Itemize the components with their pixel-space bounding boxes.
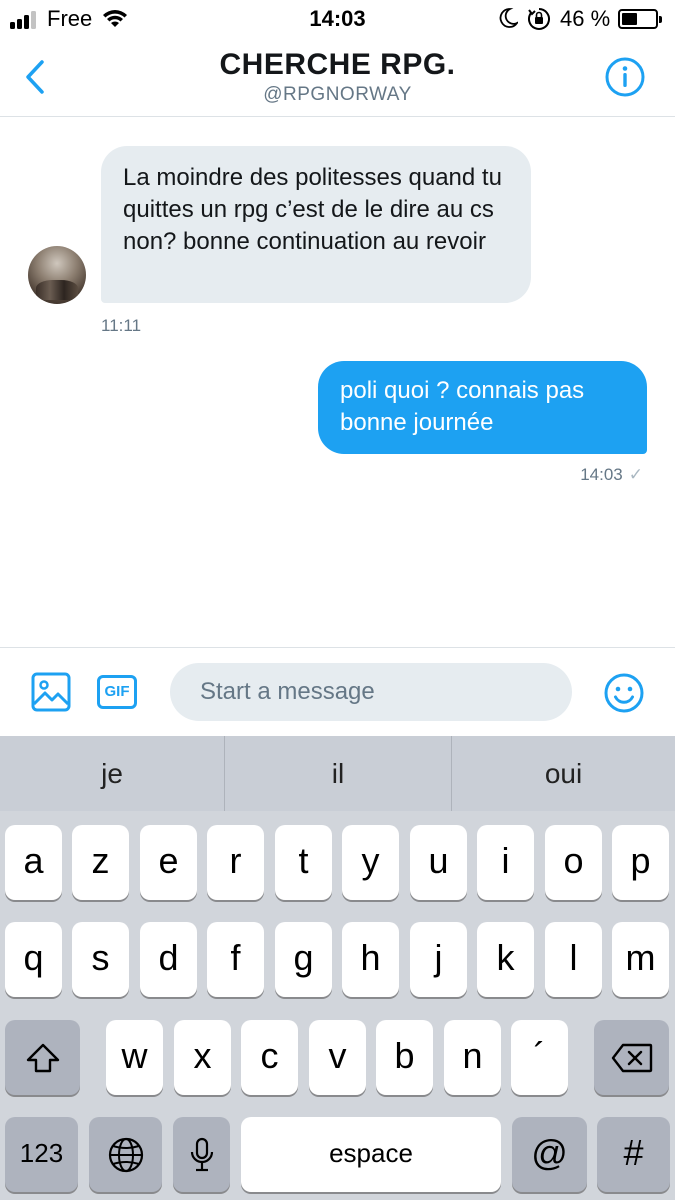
key-accent[interactable]: ´ [511,1020,568,1095]
gif-button[interactable]: GIF [97,675,137,709]
key-v[interactable]: v [309,1020,366,1095]
key-e[interactable]: e [140,825,197,900]
suggestion-bar: je il oui [0,736,675,811]
shift-key[interactable] [5,1020,80,1095]
key-p[interactable]: p [612,825,669,900]
hash-key[interactable]: # [597,1117,670,1192]
key-n[interactable]: n [444,1020,501,1095]
message-input[interactable] [170,663,572,721]
key-q[interactable]: q [5,922,62,997]
status-bar: Free 14:03 46 % [0,0,675,38]
key-x[interactable]: x [174,1020,231,1095]
battery-icon [618,9,662,29]
key-l[interactable]: l [545,922,602,997]
backspace-key[interactable] [594,1020,669,1095]
key-r[interactable]: r [207,825,264,900]
message-composer: GIF [0,647,675,737]
conversation-title: CHERCHE RPG. [219,48,456,81]
timestamp-text: 14:03 [580,465,623,484]
avatar[interactable] [28,246,86,304]
key-h[interactable]: h [342,922,399,997]
key-b[interactable]: b [376,1020,433,1095]
rotation-lock-icon [527,7,551,36]
key-s[interactable]: s [72,922,129,997]
keyboard: je il oui a z e r t y u i o p q s d f g … [0,736,675,1200]
suggestion-item[interactable]: je [0,736,224,811]
key-o[interactable]: o [545,825,602,900]
microphone-icon [189,1132,215,1173]
key-y[interactable]: y [342,825,399,900]
suggestion-item[interactable]: il [225,736,451,811]
sent-check-icon: ✓ [628,465,643,484]
at-key[interactable]: @ [512,1117,587,1192]
suggestion-item[interactable]: oui [452,736,675,811]
battery-percent: 46 % [560,6,611,31]
key-k[interactable]: k [477,922,534,997]
conversation-handle: @RPGNORWAY [263,84,412,105]
key-c[interactable]: c [241,1020,298,1095]
space-key[interactable]: espace [241,1117,501,1192]
key-g[interactable]: g [275,922,332,997]
shift-icon [26,1035,60,1076]
info-icon[interactable] [604,56,646,103]
key-f[interactable]: f [207,922,264,997]
key-u[interactable]: u [410,825,467,900]
conversation-header: CHERCHE RPG. @RPGNORWAY [0,38,675,117]
numbers-key[interactable]: 123 [5,1117,78,1192]
outgoing-message[interactable]: poli quoi ? connais pas bonne journée [318,361,647,454]
key-z[interactable]: z [72,825,129,900]
key-i[interactable]: i [477,825,534,900]
globe-key[interactable] [89,1117,162,1192]
incoming-message[interactable]: La moindre des politesses quand tu quitt… [101,146,531,303]
image-icon[interactable] [31,672,71,717]
smiley-icon[interactable] [603,672,645,719]
key-m[interactable]: m [612,922,669,997]
key-t[interactable]: t [275,825,332,900]
dictation-key[interactable] [173,1117,230,1192]
message-timestamp: 14:03 ✓ [580,465,643,485]
globe-icon [107,1132,145,1173]
backspace-icon [611,1035,653,1076]
key-d[interactable]: d [140,922,197,997]
message-timestamp: 11:11 [101,316,142,335]
moon-icon [498,7,520,34]
key-w[interactable]: w [106,1020,163,1095]
key-j[interactable]: j [410,922,467,997]
key-a[interactable]: a [5,825,62,900]
